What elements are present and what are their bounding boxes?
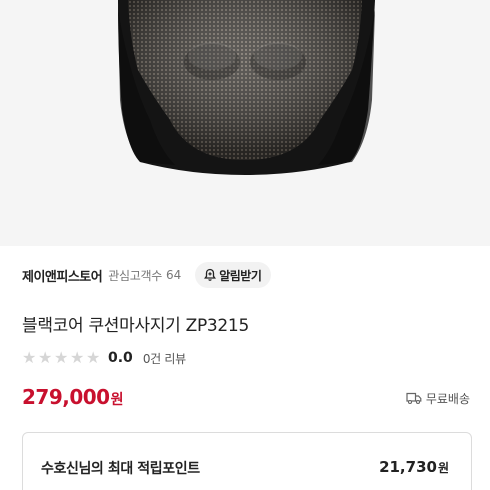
follower-label: 관심고객수 [108,268,162,283]
product-image[interactable] [0,0,490,246]
shipping-label: 무료배송 [425,391,470,406]
max-points-box[interactable]: 수호신님의 최대 적립포인트 21,730원 [22,432,472,490]
shipping-info: 무료배송 [406,389,470,407]
rating-value: 0.0 [108,350,133,366]
points-label: 수호신님의 최대 적립포인트 [41,461,200,477]
star-icon: ★ [86,348,101,367]
bell-plus-icon [204,268,217,281]
points-value: 21,730 [379,458,437,476]
product-title: 블랙코어 쿠션마사지기 ZP3215 [22,316,249,336]
price-currency: 원 [110,392,124,408]
product-price: 279,000 [22,385,110,409]
star-icon: ★ [38,348,53,367]
store-name[interactable]: 제이앤피스토어 [22,266,103,285]
points-unit: 원 [437,461,449,475]
follower-count: 64 [165,268,182,282]
star-icon: ★ [70,348,85,367]
price-row: 279,000 원 [22,385,123,411]
review-count-link[interactable]: 0건 리뷰 [143,350,186,367]
star-icon: ★ [54,348,69,367]
truck-icon [406,392,422,405]
massage-cushion-image [118,0,375,175]
star-icon: ★ [22,348,37,367]
rating-stars: ★ ★ ★ ★ ★ [22,350,102,366]
rating-row[interactable]: ★ ★ ★ ★ ★ 0.0 0건 리뷰 [22,349,186,367]
alert-subscribe-button[interactable]: 알림받기 [195,262,272,288]
points-value-wrap: 21,730원 [379,458,449,476]
store-info-row: 제이앤피스토어 관심고객수 64 알림받기 [22,262,472,288]
alert-button-label: 알림받기 [219,268,262,283]
